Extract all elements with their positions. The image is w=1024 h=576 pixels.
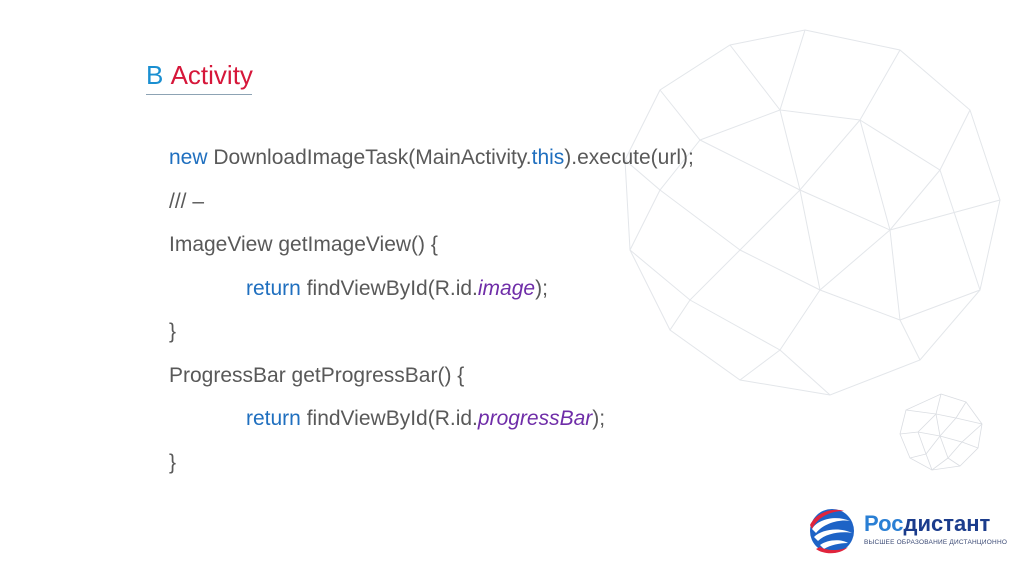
code-keyword: new	[169, 146, 208, 169]
code-line: new DownloadImageTask(MainActivity.this)…	[169, 138, 694, 182]
title-underline	[146, 94, 252, 95]
code-text: findViewById(R.id.	[300, 276, 478, 300]
code-text: );	[535, 276, 548, 300]
code-text: );	[592, 407, 606, 430]
code-text: DownloadImageTask(MainActivity.	[207, 146, 532, 169]
title-word-2: Activity	[170, 60, 253, 90]
rosdistant-logo: Росдистант ВЫСШЕЕ ОБРАЗОВАНИЕ ДИСТАНЦИОН…	[806, 505, 1007, 560]
code-text: /// –	[169, 189, 205, 213]
title-word-1: В	[146, 60, 164, 90]
code-text: ).execute(url);	[564, 146, 694, 169]
logo-word-part-1: Рос	[864, 511, 904, 536]
code-keyword: this	[531, 146, 565, 169]
code-text: findViewById(R.id.	[300, 407, 478, 430]
code-text: ProgressBar getProgressBar() {	[169, 363, 465, 387]
code-keyword: return	[246, 276, 301, 300]
code-line: }	[169, 312, 694, 356]
code-line: }	[169, 443, 694, 487]
code-line: return findViewById(R.id.progressBar);	[169, 399, 694, 443]
rosdistant-logo-icon	[810, 509, 854, 554]
code-identifier: progressBar	[477, 407, 593, 430]
code-keyword: return	[246, 407, 301, 430]
logo-tagline: ВЫСШЕЕ ОБРАЗОВАНИЕ ДИСТАНЦИОННО	[864, 539, 1008, 546]
slide: В Activity new DownloadImageTask(MainAct…	[0, 0, 1024, 576]
code-line: return findViewById(R.id.image);	[169, 269, 694, 313]
code-text: }	[169, 450, 177, 474]
logo-word-part-2: дистант	[903, 511, 991, 536]
code-identifier: image	[477, 276, 536, 300]
code-text: ImageView getImageView() {	[169, 233, 438, 256]
code-line: ProgressBar getProgressBar() {	[169, 356, 694, 400]
code-line: /// –	[169, 182, 694, 226]
code-block: new DownloadImageTask(MainActivity.this)…	[169, 138, 694, 486]
code-text: }	[169, 320, 177, 343]
slide-title: В Activity	[146, 58, 253, 92]
code-line: ImageView getImageView() {	[169, 225, 694, 269]
geodesic-sphere-graphic	[899, 393, 983, 471]
logo-wordmark: Росдистант	[864, 511, 990, 537]
